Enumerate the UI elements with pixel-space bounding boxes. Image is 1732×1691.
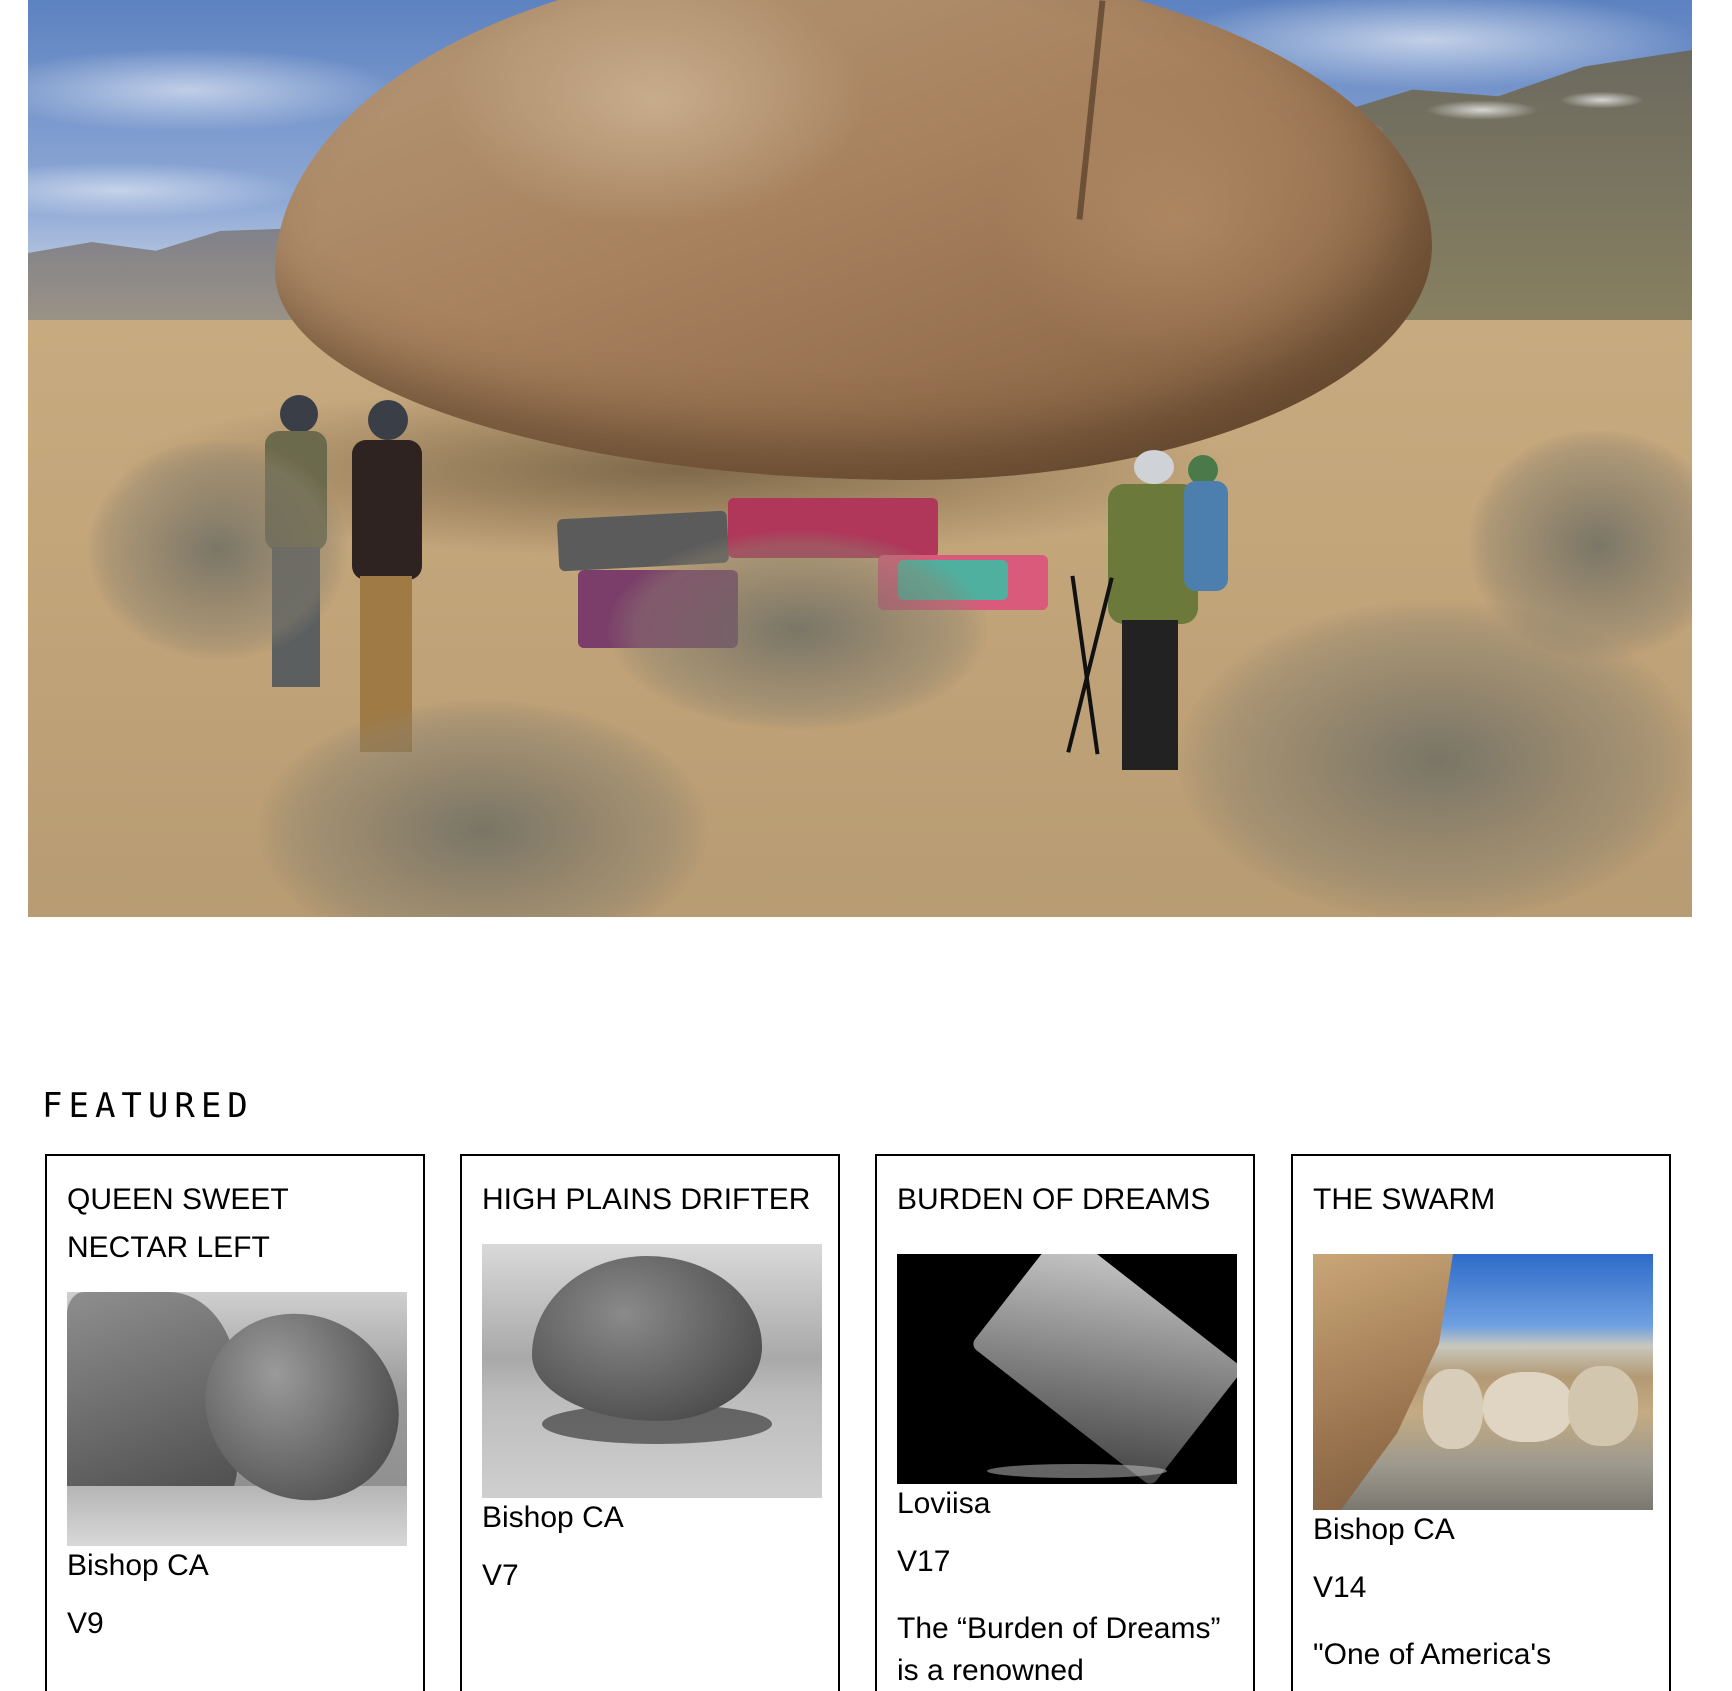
featured-heading: FEATURED bbox=[42, 1086, 254, 1126]
card-title[interactable]: THE SWARM bbox=[1313, 1176, 1649, 1224]
card-description: The “Burden of Dreams” is a renowned bbox=[897, 1612, 1221, 1687]
card-location: Bishop CA bbox=[482, 1501, 624, 1534]
sagebrush bbox=[88, 440, 348, 660]
card-title[interactable]: BURDEN OF DREAMS bbox=[897, 1176, 1233, 1224]
page: FEATURED QUEEN SWEET NECTAR LEFT Bishop … bbox=[0, 0, 1732, 1691]
problem-card[interactable]: HIGH PLAINS DRIFTER Bishop CA V7 bbox=[460, 1154, 840, 1691]
problem-card[interactable]: THE SWARM Bishop CA V14 "One of America'… bbox=[1291, 1154, 1671, 1691]
boulder bbox=[275, 0, 1432, 480]
card-location: Bishop CA bbox=[67, 1549, 209, 1582]
card-thumbnail[interactable] bbox=[67, 1292, 407, 1546]
card-grade: V7 bbox=[482, 1559, 519, 1592]
card-grade: V9 bbox=[67, 1607, 104, 1640]
card-grade: V14 bbox=[1313, 1571, 1367, 1604]
card-grade: V17 bbox=[897, 1545, 951, 1578]
problem-card[interactable]: QUEEN SWEET NECTAR LEFT Bishop CA V9 bbox=[45, 1154, 425, 1691]
hero-image bbox=[28, 0, 1692, 917]
problem-card[interactable]: BURDEN OF DREAMS Loviisa V17 The “Burden… bbox=[875, 1154, 1255, 1691]
card-thumbnail[interactable] bbox=[1313, 1254, 1653, 1510]
climber-figure bbox=[1178, 455, 1238, 655]
card-description: "One of America's bbox=[1313, 1638, 1552, 1671]
sagebrush bbox=[608, 530, 988, 730]
card-location: Bishop CA bbox=[1313, 1513, 1455, 1546]
card-location: Loviisa bbox=[897, 1487, 991, 1520]
card-title[interactable]: QUEEN SWEET NECTAR LEFT bbox=[67, 1176, 403, 1272]
card-thumbnail[interactable] bbox=[482, 1244, 822, 1498]
featured-cards: QUEEN SWEET NECTAR LEFT Bishop CA V9 HIG… bbox=[45, 1154, 1675, 1691]
card-title[interactable]: HIGH PLAINS DRIFTER bbox=[482, 1176, 818, 1224]
card-thumbnail[interactable] bbox=[897, 1254, 1237, 1484]
